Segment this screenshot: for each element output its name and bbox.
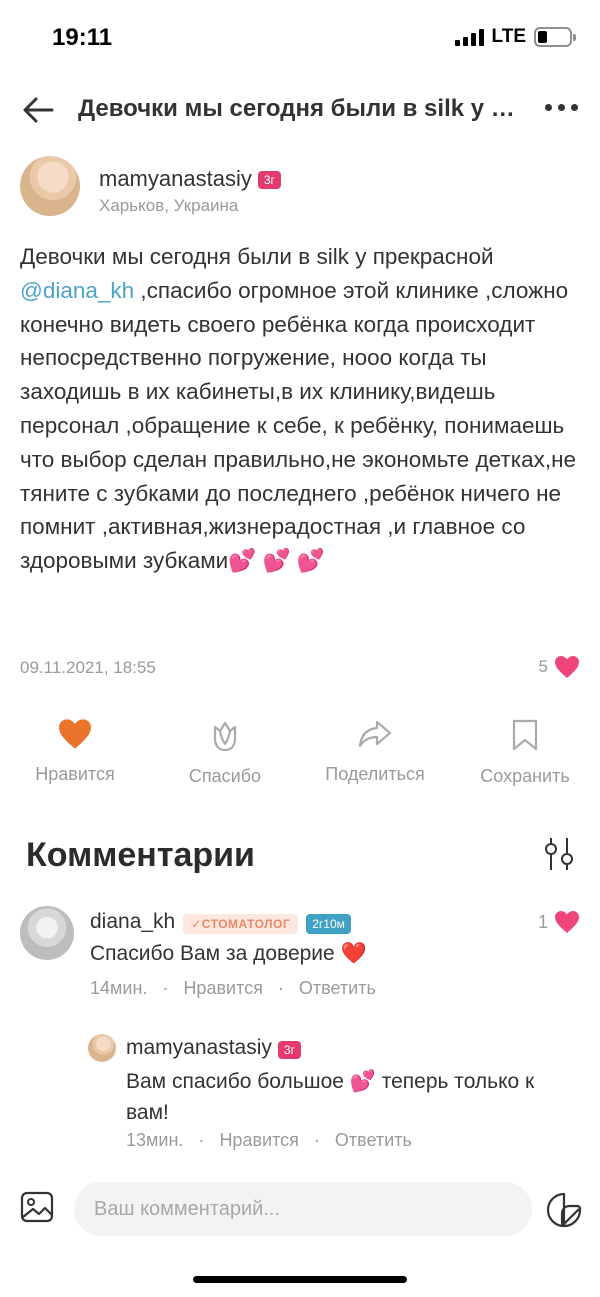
image-attach-icon[interactable] bbox=[20, 1190, 54, 1224]
comment-time: 13мин. bbox=[126, 1130, 184, 1150]
comment-like-link[interactable]: Нравится bbox=[183, 978, 262, 998]
tenure-badge: 3г bbox=[277, 1040, 301, 1059]
sticker-icon[interactable] bbox=[546, 1192, 582, 1228]
share-button[interactable]: Поделиться bbox=[300, 714, 450, 794]
post-actions: Нравится Спасибо Поделиться Сохранить bbox=[0, 714, 600, 794]
post-text-part: Девочки мы сегодня были в silk у прекрас… bbox=[20, 244, 494, 269]
author-location: Харьков, Украина bbox=[99, 196, 239, 215]
comment-reply-link[interactable]: Ответить bbox=[335, 1130, 412, 1150]
author-username[interactable]: mamyanastasiy bbox=[99, 166, 252, 191]
network-label: LTE bbox=[491, 26, 526, 47]
share-arrow-icon bbox=[358, 720, 392, 748]
status-bar: 19:11 LTE bbox=[0, 0, 600, 80]
post-date: 09.11.2021, 18:55 bbox=[20, 658, 156, 677]
comment-author[interactable]: mamyanastasiy bbox=[126, 1036, 272, 1059]
more-options-icon[interactable] bbox=[545, 104, 578, 111]
comment-like-count: 1 bbox=[537, 911, 548, 932]
post-like-count: 5 bbox=[538, 657, 548, 676]
tenure-badge: 3г bbox=[257, 171, 281, 190]
comment-like-link[interactable]: Нравится bbox=[219, 1130, 298, 1150]
signal-icon bbox=[454, 28, 484, 46]
mention-link[interactable]: @diana_kh bbox=[20, 278, 134, 303]
avatar[interactable] bbox=[88, 1034, 116, 1062]
comment-reply-link[interactable]: Ответить bbox=[299, 978, 376, 998]
comments-title: Комментарии bbox=[26, 836, 255, 874]
post-text-part: ,спасибо огромное этой клинике ,сложно к… bbox=[20, 277, 577, 574]
comment-time: 14мин. bbox=[90, 978, 148, 998]
avatar[interactable] bbox=[20, 156, 80, 216]
like-label: Нравится bbox=[35, 764, 115, 784]
save-button[interactable]: Сохранить bbox=[450, 714, 600, 794]
status-indicators: LTE bbox=[454, 26, 576, 48]
back-arrow-icon[interactable] bbox=[20, 92, 56, 128]
status-time: 19:11 bbox=[52, 24, 113, 51]
bookmark-icon bbox=[512, 719, 538, 751]
comment-meta: 13мин. · Нравится · Ответить bbox=[126, 1130, 412, 1150]
post-author: mamyanastasiy 3г Харьков, Украина bbox=[20, 156, 580, 222]
filter-sort-icon[interactable] bbox=[542, 835, 576, 873]
comment-text: Спасибо Вам за доверие ❤️ bbox=[90, 942, 367, 965]
comment-header: mamyanastasiy 3г bbox=[126, 1036, 301, 1060]
thanks-label: Спасибо bbox=[188, 766, 262, 786]
comment-author[interactable]: diana_kh bbox=[90, 910, 175, 933]
comment-composer bbox=[0, 1180, 600, 1236]
heart-icon bbox=[555, 656, 579, 678]
tenure-badge: 2г10м bbox=[306, 913, 351, 934]
heart-icon bbox=[59, 719, 91, 749]
comment-text: Вам спасибо большое 💕 теперь только к ва… bbox=[126, 1070, 535, 1124]
post-likes[interactable]: 5 bbox=[539, 655, 580, 679]
avatar[interactable] bbox=[20, 906, 74, 960]
comment-like-counter[interactable]: 1 bbox=[538, 910, 580, 934]
comment-item: diana_kh ✓СТОМАТОЛОГ 2г10м Спасибо Вам за … bbox=[20, 906, 580, 1002]
reply-item: mamyanastasiy 3г Вам спасибо большое 💕 те… bbox=[88, 1032, 580, 1156]
role-badge: ✓СТОМАТОЛОГ bbox=[183, 913, 299, 934]
post-text: Девочки мы сегодня были в silk у прекрас… bbox=[20, 240, 585, 578]
comment-header: diana_kh ✓СТОМАТОЛОГ 2г10м bbox=[90, 910, 351, 934]
like-button[interactable]: Нравится bbox=[0, 714, 150, 794]
top-navigation: Девочки мы сегодня были в silk у прекрас… bbox=[0, 82, 600, 138]
tulip-icon bbox=[213, 721, 237, 752]
save-label: Сохранить bbox=[480, 766, 570, 786]
thanks-button[interactable]: Спасибо bbox=[150, 714, 300, 794]
author-name[interactable]: mamyanastasiy 3г bbox=[99, 166, 281, 192]
battery-icon bbox=[534, 27, 576, 47]
heart-icon bbox=[555, 911, 579, 933]
share-label: Поделиться bbox=[325, 764, 425, 784]
comment-meta: 14мин. · Нравится · Ответить bbox=[90, 978, 376, 998]
comment-input[interactable] bbox=[74, 1182, 532, 1236]
home-indicator[interactable] bbox=[193, 1276, 407, 1283]
page-title: Девочки мы сегодня были в silk у прекрас… bbox=[78, 95, 518, 122]
